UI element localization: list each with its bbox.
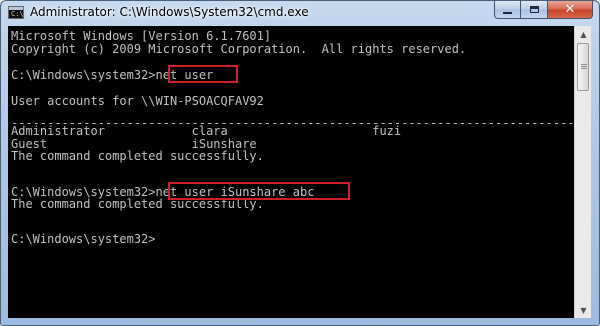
- maximize-button[interactable]: [521, 1, 548, 19]
- window-title: Administrator: C:\Windows\System32\cmd.e…: [30, 5, 309, 19]
- scroll-down-button[interactable]: ▼: [576, 302, 591, 318]
- minimize-icon: [503, 11, 512, 14]
- user-row: Administrator clara fuzi: [11, 124, 402, 138]
- close-icon: ✕: [564, 2, 576, 17]
- caption-buttons: ✕: [494, 1, 593, 20]
- title-bar[interactable]: C:\ Administrator: C:\Windows\System32\c…: [1, 1, 599, 25]
- console-line: Copyright (c) 2009 Microsoft Corporation…: [11, 42, 467, 56]
- minimize-button[interactable]: [494, 1, 521, 19]
- console-line: Microsoft Windows [Version 6.1.7601]: [11, 29, 272, 43]
- console-line: User accounts for \\WIN-PSOACQFAV92: [11, 94, 264, 108]
- cmd-window: C:\ Administrator: C:\Windows\System32\c…: [0, 0, 600, 326]
- highlight-box-net-user: [168, 65, 238, 83]
- scroll-thumb[interactable]: [577, 43, 589, 91]
- prompt-line: C:\Windows\system32>: [11, 232, 156, 246]
- console-line: The command completed successfully.: [11, 149, 264, 163]
- vertical-scrollbar[interactable]: ▲ ▼: [574, 26, 591, 318]
- maximize-icon: [529, 6, 539, 13]
- cmd-icon[interactable]: C:\: [8, 6, 24, 19]
- highlight-box-net-user-isunshare: [168, 182, 350, 200]
- console-output[interactable]: Microsoft Windows [Version 6.1.7601] Cop…: [8, 26, 574, 318]
- close-button[interactable]: ✕: [548, 1, 593, 19]
- scroll-up-button[interactable]: ▲: [576, 26, 591, 42]
